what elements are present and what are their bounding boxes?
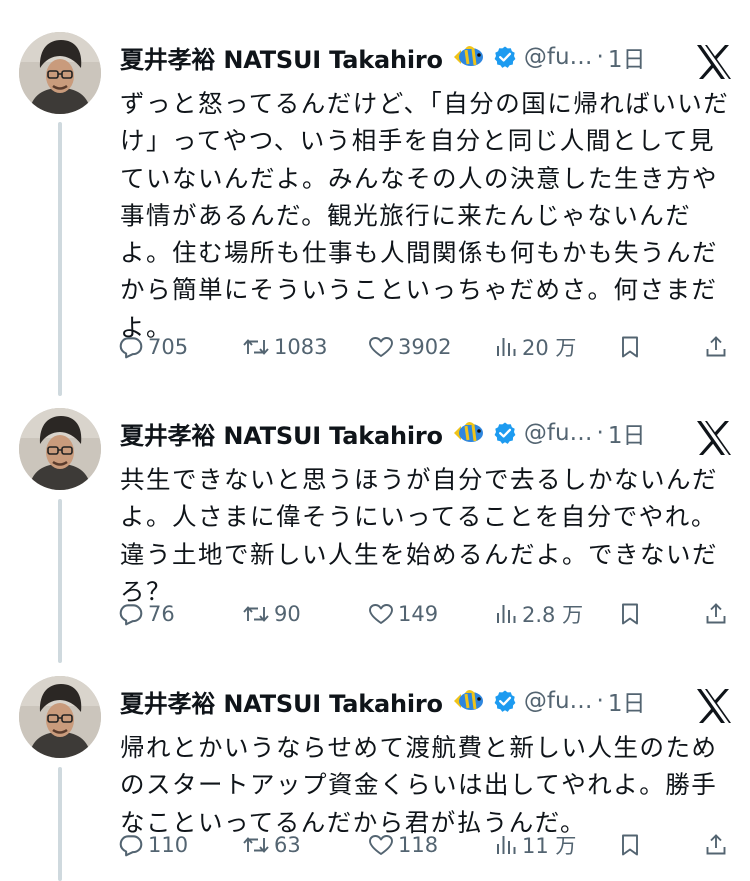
reply-count: 110 — [148, 833, 189, 857]
views-bar-chart-icon — [494, 602, 518, 626]
retweet-icon — [242, 335, 270, 359]
tweet-actions: 76 90 149 2.8 万 — [118, 597, 740, 631]
tweet-text: ずっと怒ってるんだけど、「自分の国に帰ればいいだけ」ってやつ、いう相手を自分と同… — [120, 89, 730, 342]
tweet-timestamp[interactable]: 1日 — [608, 416, 646, 450]
retweet-button[interactable]: 1083 — [242, 330, 327, 364]
share-button[interactable] — [704, 828, 728, 862]
reply-bubble-icon — [118, 334, 144, 360]
author-handle[interactable]: @fu… — [524, 44, 593, 70]
retweet-count: 63 — [274, 833, 301, 857]
tropical-fish-icon — [451, 686, 487, 716]
reply-bubble-icon — [118, 832, 144, 858]
view-count: 11 万 — [522, 834, 577, 858]
tweet-actions: 705 1083 3902 20 万 — [118, 330, 740, 364]
views-button[interactable]: 20 万 — [494, 330, 576, 364]
reply-button[interactable]: 76 — [118, 597, 175, 631]
heart-icon — [368, 602, 394, 626]
separator-dot: · — [596, 420, 604, 446]
retweet-count: 90 — [274, 602, 301, 626]
share-button[interactable] — [704, 597, 728, 631]
share-icon — [704, 602, 728, 626]
tweet[interactable]: 夏井孝裕 NATSUI Takahiro @fu… · 1日 共生できないと思う… — [0, 408, 750, 648]
tweet-text: 帰れとかいうならせめて渡航費と新しい人生のためのスタートアップ資金くらいは出して… — [120, 733, 718, 837]
author-name[interactable]: 夏井孝裕 NATSUI Takahiro — [120, 416, 443, 451]
tweet-text: 共生できないと思うほうが自分で去るしかないんだよ。人さまに偉そうにいってることを… — [120, 465, 718, 606]
retweet-icon — [242, 833, 270, 857]
verified-badge-icon[interactable] — [493, 689, 517, 713]
avatar[interactable] — [19, 32, 101, 114]
bookmark-button[interactable] — [618, 828, 642, 862]
author-handle[interactable]: @fu… — [524, 688, 593, 714]
reply-button[interactable]: 110 — [118, 828, 188, 862]
share-icon — [704, 335, 728, 359]
separator-dot: · — [596, 688, 604, 714]
tropical-fish-icon — [451, 42, 487, 72]
share-icon — [704, 833, 728, 857]
author-name[interactable]: 夏井孝裕 NATSUI Takahiro — [120, 40, 443, 75]
share-button[interactable] — [704, 330, 728, 364]
view-count: 2.8 万 — [522, 603, 584, 627]
tweet-actions: 110 63 118 11 万 — [118, 828, 740, 862]
reply-count: 76 — [148, 602, 175, 626]
separator-dot: · — [596, 44, 604, 70]
bookmark-button[interactable] — [618, 330, 642, 364]
bookmark-icon — [618, 335, 642, 359]
tweet[interactable]: 夏井孝裕 NATSUI Takahiro @fu… · 1日 ずっと怒ってるんだ… — [0, 32, 750, 372]
author-name[interactable]: 夏井孝裕 NATSUI Takahiro — [120, 684, 443, 719]
verified-badge-icon[interactable] — [493, 421, 517, 445]
tweet-header: 夏井孝裕 NATSUI Takahiro @fu… · 1日 — [120, 684, 730, 718]
avatar[interactable] — [19, 408, 101, 490]
views-bar-chart-icon — [494, 833, 518, 857]
retweet-icon — [242, 602, 270, 626]
bookmark-icon — [618, 602, 642, 626]
views-button[interactable]: 11 万 — [494, 828, 576, 862]
retweet-button[interactable]: 63 — [242, 828, 301, 862]
avatar[interactable] — [19, 676, 101, 758]
view-count: 20 万 — [522, 336, 577, 360]
like-count: 118 — [398, 833, 439, 857]
reply-button[interactable]: 705 — [118, 330, 188, 364]
tweet-header: 夏井孝裕 NATSUI Takahiro @fu… · 1日 — [120, 416, 730, 450]
views-button[interactable]: 2.8 万 — [494, 597, 583, 631]
retweet-button[interactable]: 90 — [242, 597, 301, 631]
retweet-count: 1083 — [274, 335, 328, 359]
tweet-timestamp[interactable]: 1日 — [608, 40, 646, 74]
author-handle[interactable]: @fu… — [524, 420, 593, 446]
tweet-header: 夏井孝裕 NATSUI Takahiro @fu… · 1日 — [120, 40, 730, 74]
like-button[interactable]: 3902 — [368, 330, 451, 364]
bookmark-button[interactable] — [618, 597, 642, 631]
x-logo-icon — [694, 686, 734, 730]
heart-icon — [368, 335, 394, 359]
bookmark-icon — [618, 833, 642, 857]
x-logo-icon — [694, 42, 734, 86]
verified-badge-icon[interactable] — [493, 45, 517, 69]
heart-icon — [368, 833, 394, 857]
like-button[interactable]: 149 — [368, 597, 438, 631]
tweet-timestamp[interactable]: 1日 — [608, 684, 646, 718]
tropical-fish-icon — [451, 418, 487, 448]
like-count: 3902 — [398, 335, 452, 359]
x-logo-icon — [694, 418, 734, 462]
tweet[interactable]: 夏井孝裕 NATSUI Takahiro @fu… · 1日 帰れとかいうならせ… — [0, 676, 750, 866]
like-button[interactable]: 118 — [368, 828, 438, 862]
views-bar-chart-icon — [494, 335, 518, 359]
reply-bubble-icon — [118, 601, 144, 627]
like-count: 149 — [398, 602, 439, 626]
reply-count: 705 — [148, 335, 189, 359]
